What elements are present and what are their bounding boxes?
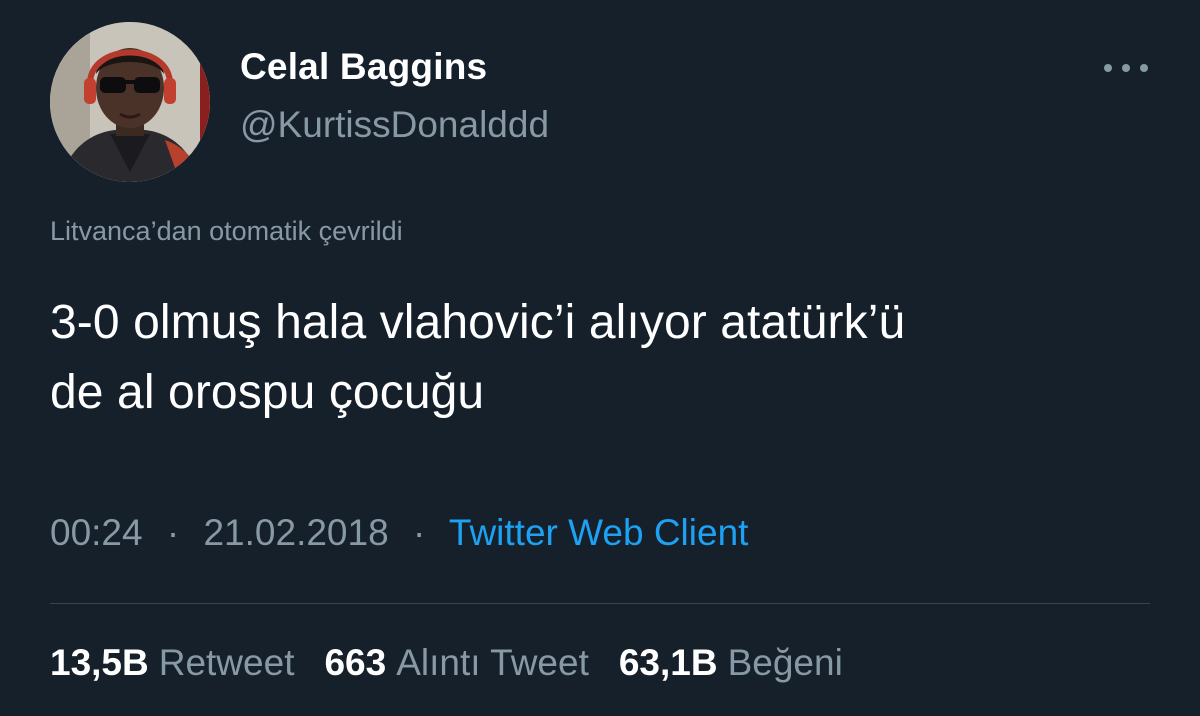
tweet-text: 3-0 olmuş hala vlahovic’i alıyor atatürk… [50, 288, 1160, 428]
like-count[interactable]: 63,1B Beğeni [619, 642, 843, 684]
tweet-time[interactable]: 00:24 [50, 512, 143, 553]
tweet-meta: 00:24 · 21.02.2018 · Twitter Web Client [50, 512, 748, 554]
tweet-stats: 13,5B Retweet 663 Alıntı Tweet 63,1B Beğeni [50, 642, 843, 684]
retweet-count[interactable]: 13,5B Retweet [50, 642, 294, 684]
stat-label: Beğeni [727, 642, 843, 683]
tweet-text-line: 3-0 olmuş hala vlahovic’i alıyor atatürk… [50, 296, 906, 349]
author-handle[interactable]: @KurtissDonalddd [240, 104, 549, 146]
stat-number: 13,5B [50, 642, 149, 683]
tweet-text-line: de al orospu çocuğu [50, 366, 485, 419]
divider [50, 603, 1150, 604]
meta-separator: · [166, 512, 180, 553]
meta-separator: · [412, 512, 426, 553]
stat-number: 663 [324, 642, 387, 683]
more-horizontal-icon-dot [1140, 64, 1148, 72]
more-options-button[interactable] [1098, 56, 1154, 80]
quote-tweet-count[interactable]: 663 Alıntı Tweet [324, 642, 588, 684]
stat-label: Retweet [158, 642, 295, 683]
avatar-photo [50, 22, 210, 182]
author-display-name[interactable]: Celal Baggins [240, 46, 487, 88]
stat-label: Alıntı Tweet [396, 642, 589, 683]
tweet-detail: Celal Baggins @KurtissDonalddd Litvanca’… [0, 0, 1200, 716]
more-horizontal-icon-dot [1122, 64, 1130, 72]
translation-notice[interactable]: Litvanca’dan otomatik çevrildi [50, 216, 403, 247]
tweet-source-link[interactable]: Twitter Web Client [449, 512, 749, 553]
stat-number: 63,1B [618, 642, 718, 683]
avatar[interactable] [50, 22, 210, 182]
more-horizontal-icon [1104, 64, 1112, 72]
tweet-date[interactable]: 21.02.2018 [203, 512, 388, 553]
